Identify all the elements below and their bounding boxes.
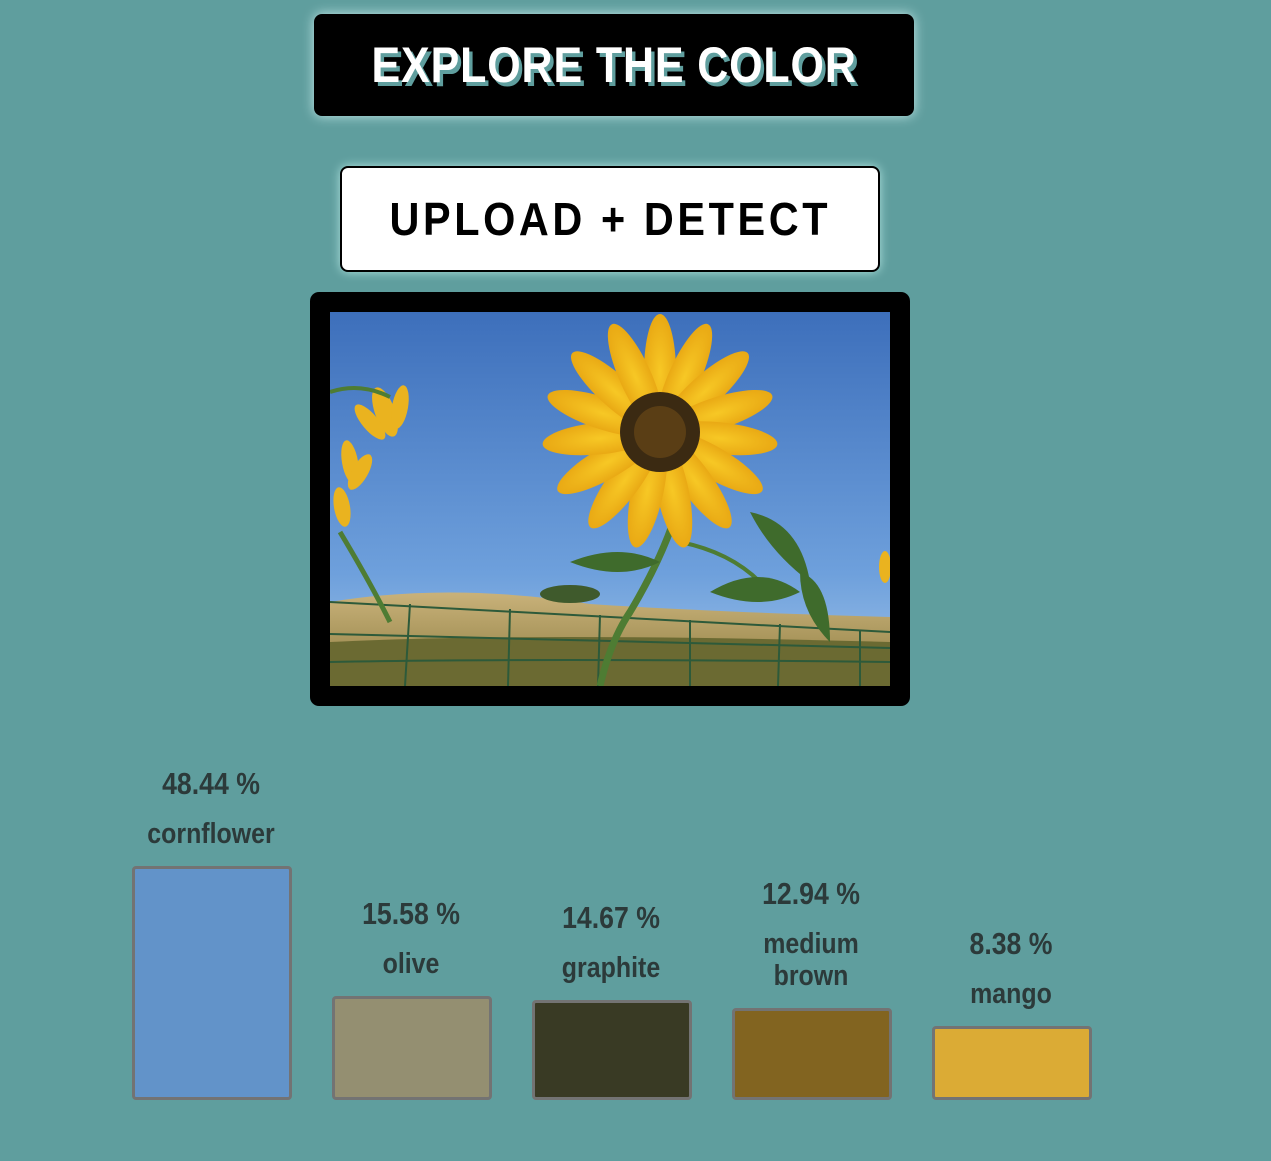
- color-name: mango: [970, 978, 1052, 1010]
- color-swatch: [732, 1008, 892, 1100]
- color-name: cornflower: [147, 818, 275, 850]
- color-result-medium-brown: 12.94 % medium brown: [731, 876, 891, 992]
- color-swatch: [932, 1026, 1092, 1100]
- uploaded-image: [330, 312, 890, 686]
- image-frame: [310, 292, 910, 706]
- color-result-olive: 15.58 % olive: [331, 896, 491, 980]
- upload-detect-label: UPLOAD + DETECT: [389, 193, 831, 245]
- page: EXPLORE THE COLOR UPLOAD + DETECT 48.44 …: [0, 0, 1271, 1161]
- title-banner: EXPLORE THE COLOR: [314, 14, 914, 116]
- color-name-line2: brown: [773, 960, 849, 992]
- color-percent: 14.67 %: [562, 900, 660, 935]
- color-name: medium: [763, 928, 859, 960]
- color-result-mango: 8.38 % mango: [931, 926, 1091, 1010]
- color-percent: 15.58 %: [362, 896, 460, 931]
- upload-detect-button[interactable]: UPLOAD + DETECT: [340, 166, 880, 272]
- color-name: graphite: [561, 952, 661, 984]
- page-title: EXPLORE THE COLOR: [371, 37, 857, 93]
- color-percent: 48.44 %: [162, 766, 260, 801]
- color-swatch: [532, 1000, 692, 1100]
- color-percent: 12.94 %: [762, 876, 860, 911]
- color-swatch: [332, 996, 492, 1100]
- color-result-graphite: 14.67 % graphite: [531, 900, 691, 984]
- color-percent: 8.38 %: [969, 926, 1053, 961]
- color-result-cornflower: 48.44 % cornflower: [131, 766, 291, 850]
- color-name: olive: [382, 948, 440, 980]
- color-swatch: [132, 866, 292, 1100]
